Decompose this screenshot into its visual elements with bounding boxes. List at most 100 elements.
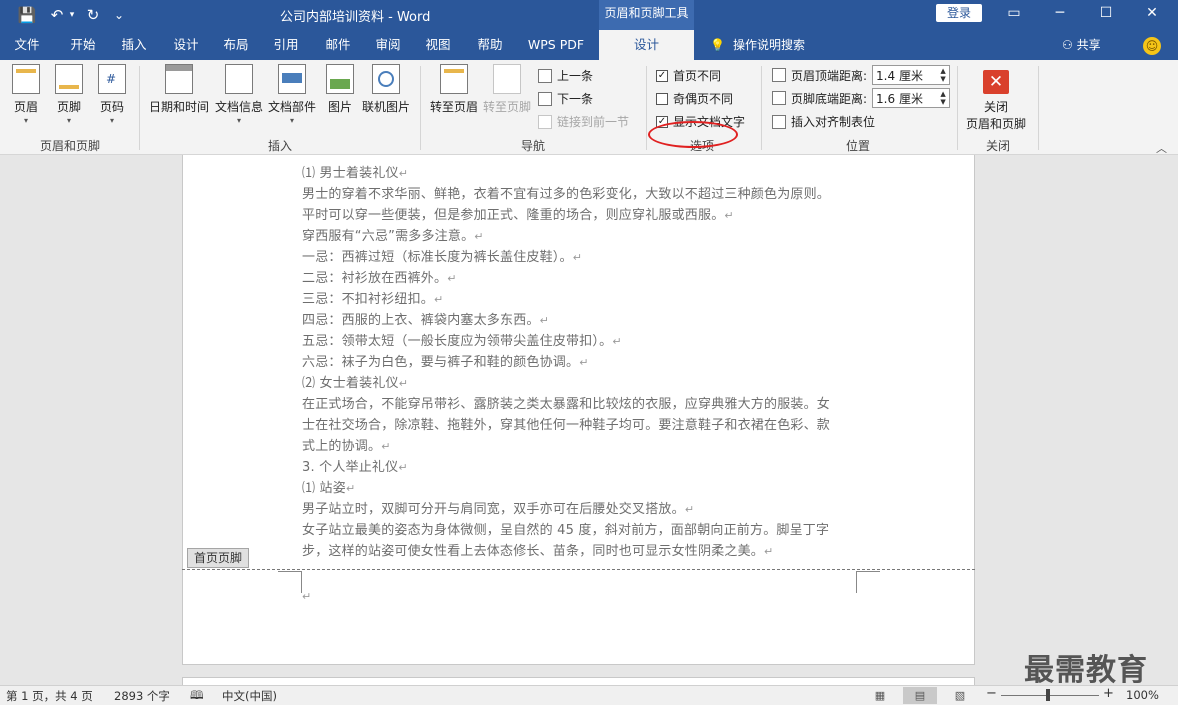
doc-line[interactable]: 一忌：西裤过短（标准长度为裤长盖住皮鞋）。↵ [302, 246, 582, 265]
tab-review[interactable]: 审阅 [364, 30, 412, 60]
doc-line[interactable]: 六忌：袜子为白色，要与裤子和鞋的颜色协调。↵ [302, 351, 589, 370]
page-number-label: 页码 [99, 100, 124, 114]
undo-icon[interactable]: ↶ [46, 4, 68, 26]
chevron-down-icon: ▾ [66, 116, 71, 125]
previous-button[interactable]: 上一条 [538, 67, 593, 84]
tab-help[interactable]: 帮助 [466, 30, 514, 60]
footer-bottom-spinner[interactable]: 1.6 厘米 ▲ ▼ [872, 88, 951, 108]
ribbon-display-icon[interactable]: ▭ [994, 2, 1034, 26]
different-odd-even-checkbox[interactable]: 奇偶页不同 [656, 90, 733, 107]
doc-line[interactable]: 士在社交场合，除凉鞋、拖鞋外，穿其他任何一种鞋子均可。要注意鞋子和衣裙在色彩、款 [302, 414, 830, 433]
online-picture-button[interactable]: 联机图片 [362, 64, 410, 115]
doc-line[interactable]: ⑵ 女士着装礼仪↵ [302, 372, 408, 391]
link-previous-button[interactable]: 链接到前一节 [538, 113, 629, 130]
tab-wps-pdf[interactable]: WPS PDF [520, 30, 592, 60]
footer-cursor-paragraph[interactable]: ↵ [302, 589, 311, 604]
doc-line[interactable]: 式上的协调。↵ [302, 435, 391, 454]
doc-parts-button[interactable]: 文档部件 ▾ [268, 64, 316, 125]
insert-align-tab-label: 插入对齐制表位 [791, 115, 876, 129]
doc-line[interactable]: 男子站立时，双脚可分开与肩同宽，双手亦可在后腰处交叉搭放。↵ [302, 498, 694, 517]
tab-file[interactable]: 文件 [0, 30, 54, 60]
header-top-spinner[interactable]: 1.4 厘米 ▲ ▼ [872, 65, 951, 85]
doc-line[interactable]: 步，这样的站姿可使女性看上去体态修长、苗条，同时也可显示女性阴柔之美。↵ [302, 540, 773, 559]
minimize-button[interactable]: ─ [1040, 2, 1080, 26]
status-bar: 第 1 页，共 4 页 2893 个字 🕮 中文(中国) ▦ ▤ ▧ − + 1… [0, 685, 1178, 705]
tab-insert[interactable]: 插入 [110, 30, 158, 60]
web-layout-icon[interactable]: ▧ [943, 687, 977, 704]
contextual-tab-label: 页眉和页脚工具 [599, 0, 694, 30]
zoom-slider-track[interactable] [1001, 695, 1099, 696]
doc-info-button[interactable]: 文档信息 ▾ [215, 64, 263, 125]
online-picture-icon [372, 64, 400, 94]
tab-hf-design[interactable]: 设计 [599, 30, 694, 60]
spinner-arrows-icon[interactable]: ▲ ▼ [937, 90, 949, 106]
doc-line[interactable]: 穿西服有“六忌”需多多注意。↵ [302, 225, 484, 244]
different-first-page-checkbox[interactable]: ✓ 首页不同 [656, 67, 721, 84]
header-button[interactable]: 页眉 ▾ [12, 64, 40, 125]
read-mode-icon[interactable]: ▦ [863, 687, 897, 704]
doc-line[interactable]: 女子站立最美的姿态为身体微侧，呈自然的 45 度，斜对前方，面部朝向正前方。脚呈… [302, 519, 829, 538]
chevron-down-icon: ▾ [109, 116, 114, 125]
login-button[interactable]: 登录 [936, 4, 982, 22]
page-count[interactable]: 第 1 页，共 4 页 [6, 688, 93, 704]
doc-line[interactable]: ⑴ 站姿↵ [302, 477, 355, 496]
person-icon: ⚇ [1062, 38, 1073, 52]
doc-line[interactable]: 二忌：衬衫放在西裤外。↵ [302, 267, 457, 286]
insert-align-tab-button[interactable]: 插入对齐制表位 [772, 113, 875, 130]
ribbon-tabs: 文件 开始 插入 设计 布局 引用 邮件 审阅 视图 帮助 WPS PDF 设计… [0, 30, 1178, 60]
close-header-footer-button[interactable]: ✕ 关闭 页眉和页脚 [966, 70, 1026, 132]
doc-info-label: 文档信息 [215, 100, 264, 114]
doc-line[interactable]: 五忌：领带太短（一般长度应为领带尖盖住皮带扣）。↵ [302, 330, 622, 349]
collapse-ribbon-icon[interactable]: ︿ [1156, 140, 1167, 156]
feedback-smiley-icon[interactable]: ☺ [1143, 37, 1161, 55]
document-area[interactable]: ⑴ 男士着装礼仪↵ 男士的穿着不求华丽、鲜艳，衣着不宜有过多的色彩变化，大致以不… [0, 155, 1178, 685]
header-position-icon [772, 68, 786, 82]
spinner-arrows-icon[interactable]: ▲ ▼ [937, 67, 949, 83]
lightbulb-icon: 💡 [710, 38, 725, 52]
close-icon: ✕ [983, 70, 1009, 94]
goto-footer-icon [493, 64, 521, 94]
tab-home[interactable]: 开始 [58, 30, 108, 60]
next-button[interactable]: 下一条 [538, 90, 593, 107]
footer-button[interactable]: 页脚 ▾ [55, 64, 83, 125]
doc-line[interactable]: 平时可以穿一些便装，但是参加正式、隆重的场合，则应穿礼服或西服。↵ [302, 204, 734, 223]
tab-layout[interactable]: 布局 [212, 30, 260, 60]
customize-qa-icon[interactable]: ⌄ [110, 4, 128, 26]
goto-header-button[interactable]: 转至页眉 [430, 64, 478, 115]
tab-design[interactable]: 设计 [162, 30, 210, 60]
doc-line[interactable]: 3. 个人举止礼仪↵ [302, 456, 408, 475]
redo-icon[interactable]: ↻ [82, 4, 104, 26]
align-tab-icon [772, 114, 786, 129]
doc-line[interactable]: 四忌：西服的上衣、裤袋内塞太多东西。↵ [302, 309, 549, 328]
tab-mailings[interactable]: 邮件 [314, 30, 362, 60]
different-odd-even-label: 奇偶页不同 [673, 92, 734, 106]
tell-me-search[interactable]: 💡 操作说明搜索 [710, 30, 805, 60]
close-button[interactable]: ✕ [1132, 2, 1172, 26]
language[interactable]: 中文(中国) [222, 688, 277, 704]
zoom-slider-thumb[interactable] [1046, 689, 1050, 701]
doc-line[interactable]: 男士的穿着不求华丽、鲜艳，衣着不宜有过多的色彩变化，大致以不超过三种颜色为原则。 [302, 183, 830, 202]
maximize-button[interactable]: ☐ [1086, 2, 1126, 26]
zoom-in-button[interactable]: + [1103, 686, 1114, 701]
different-first-page-label: 首页不同 [673, 69, 722, 83]
proofing-icon[interactable]: 🕮 [190, 688, 204, 705]
share-button[interactable]: ⚇ 共享 [1062, 30, 1101, 60]
zoom-out-button[interactable]: − [986, 686, 997, 701]
crop-mark [856, 571, 880, 572]
zoom-level[interactable]: 100% [1126, 688, 1159, 702]
tab-view[interactable]: 视图 [414, 30, 462, 60]
group-separator [1038, 66, 1039, 150]
tab-references[interactable]: 引用 [262, 30, 310, 60]
undo-dropdown-icon[interactable]: ▾ [66, 4, 78, 26]
page-number-button[interactable]: # 页码 ▾ [98, 64, 126, 125]
picture-button[interactable]: 图片 [326, 64, 354, 115]
doc-line[interactable]: 在正式场合，不能穿吊带衫、露脐装之类太暴露和比较炫的衣服，应穿典雅大方的服装。女 [302, 393, 830, 412]
word-count[interactable]: 2893 个字 [114, 688, 170, 704]
doc-line[interactable]: ⑴ 男士着装礼仪↵ [302, 162, 408, 181]
goto-footer-button[interactable]: 转至页脚 [483, 64, 531, 115]
save-icon[interactable]: 💾 [16, 4, 38, 26]
doc-line[interactable]: 三忌：不扣衬衫纽扣。↵ [302, 288, 443, 307]
print-layout-icon[interactable]: ▤ [903, 687, 937, 704]
next-page-edge [182, 677, 975, 685]
date-time-button[interactable]: 日期和时间 [149, 64, 209, 115]
